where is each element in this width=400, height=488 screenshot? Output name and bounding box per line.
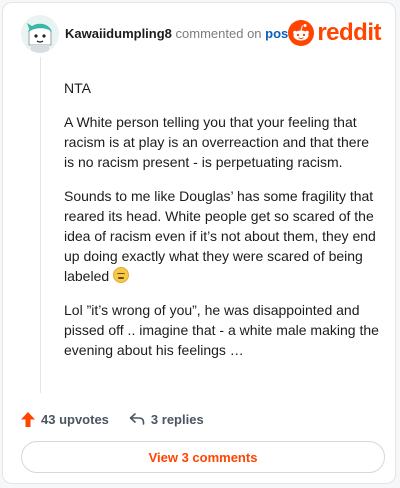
upvote-button[interactable]: 43 upvotes (21, 411, 109, 427)
commented-on-text: commented on (175, 26, 262, 41)
comment-header: Kawaiidumpling8 commented on post reddit (21, 15, 381, 55)
comment-card: Kawaiidumpling8 commented on post reddit… (2, 2, 396, 484)
reddit-brand[interactable]: reddit (288, 19, 381, 47)
snoo-avatar-icon (21, 15, 59, 53)
replies-button[interactable]: 3 replies (129, 412, 204, 427)
reddit-alien-icon (288, 20, 315, 46)
upvote-count: 43 upvotes (41, 411, 109, 427)
comment-paragraph: A White person telling you that your fee… (64, 114, 370, 170)
user-avatar[interactable] (21, 15, 59, 53)
comment-paragraph: Lol ”it’s wrong of you”, he was disappoi… (64, 302, 379, 358)
grimacing-face-emoji-icon (113, 267, 130, 283)
comment-body: NTA A White person telling you that your… (64, 78, 382, 374)
comment-paragraph-text: Sounds to me like Douglas’ has some frag… (64, 188, 376, 284)
comment-paragraph-with-emoji: Sounds to me like Douglas’ has some frag… (64, 186, 382, 286)
username-link[interactable]: Kawaiidumpling8 (65, 26, 172, 41)
upvote-arrow-icon (21, 411, 35, 427)
reply-arrow-icon (129, 413, 145, 425)
thread-line (40, 57, 41, 393)
reply-count: 3 replies (150, 411, 204, 427)
comment-meta: Kawaiidumpling8 commented on post (65, 26, 293, 41)
reddit-wordmark: reddit (317, 19, 381, 46)
view-comments-button[interactable]: View 3 comments (21, 441, 385, 473)
comment-actions: 43 upvotes 3 replies (21, 408, 204, 430)
comment-paragraph: NTA (64, 80, 91, 96)
